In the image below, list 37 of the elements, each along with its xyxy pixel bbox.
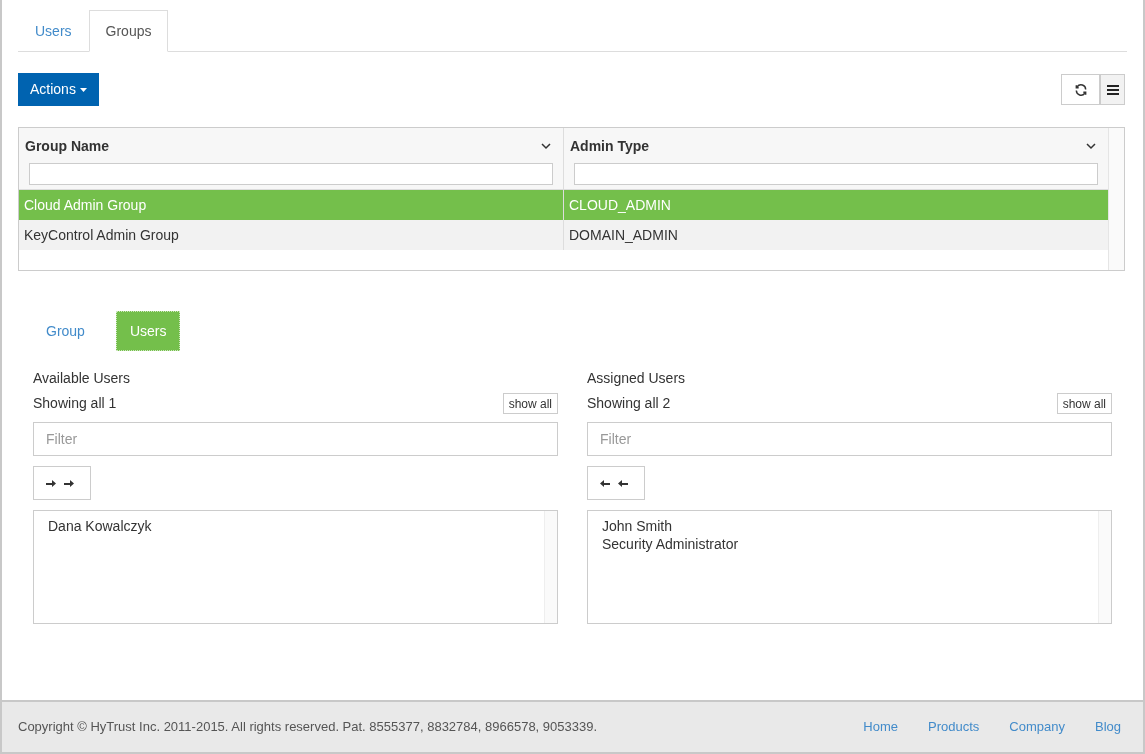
copyright-text: Copyright © HyTrust Inc. 2011-2015. All rights reserved. Pat. 8555377, 8832784, 8966578, 9053339. — [18, 718, 598, 737]
table-row[interactable]: KeyControl Admin Group DOMAIN_ADMIN — [19, 220, 1108, 250]
refresh-button[interactable] — [1061, 74, 1100, 105]
caret-icon — [79, 87, 87, 92]
chevron-down-icon[interactable] — [541, 143, 551, 150]
scrollbar[interactable] — [544, 511, 557, 623]
count-label: Showing all 2 — [587, 394, 671, 413]
tab[interactable]: Users — [18, 10, 89, 52]
scrollbar[interactable] — [1108, 128, 1124, 270]
count-label: Showing all 1 — [33, 394, 117, 413]
menu-icon — [1106, 84, 1119, 95]
list-item[interactable]: John Smith — [602, 517, 673, 535]
column-header[interactable]: Group Name — [25, 136, 109, 157]
show-all-button[interactable]: show all — [502, 393, 558, 414]
move-right-button[interactable] — [33, 466, 91, 500]
table-cell-text: Cloud Admin Group — [24, 195, 147, 215]
column-filter-field[interactable] — [574, 163, 1098, 185]
column-filter-field[interactable] — [29, 163, 553, 185]
list-title: Assigned Users — [587, 369, 687, 388]
table-cell-text: CLOUD_ADMIN — [569, 195, 671, 215]
list-item[interactable]: Dana Kowalczyk — [48, 517, 152, 535]
refresh-icon — [1073, 82, 1088, 97]
menu-button[interactable] — [1100, 74, 1125, 105]
filter-field[interactable]: Filter — [587, 422, 1112, 456]
scrollbar[interactable] — [1098, 511, 1111, 623]
table-cell-text: KeyControl Admin Group — [24, 225, 179, 245]
list-item[interactable]: Security Administrator — [602, 535, 739, 553]
table-cell-text: DOMAIN_ADMIN — [569, 225, 678, 245]
actions-button[interactable]: Actions — [18, 73, 99, 106]
column-header[interactable]: Admin Type — [570, 136, 650, 157]
list-title: Available Users — [33, 369, 131, 388]
filter-field[interactable]: Filter — [33, 422, 558, 456]
move-left-button[interactable] — [587, 466, 645, 500]
chevron-down-icon[interactable] — [1086, 143, 1096, 150]
tab[interactable]: Groups — [88, 10, 169, 52]
show-all-button[interactable]: show all — [1056, 393, 1112, 414]
tab[interactable]: Group — [33, 311, 98, 351]
